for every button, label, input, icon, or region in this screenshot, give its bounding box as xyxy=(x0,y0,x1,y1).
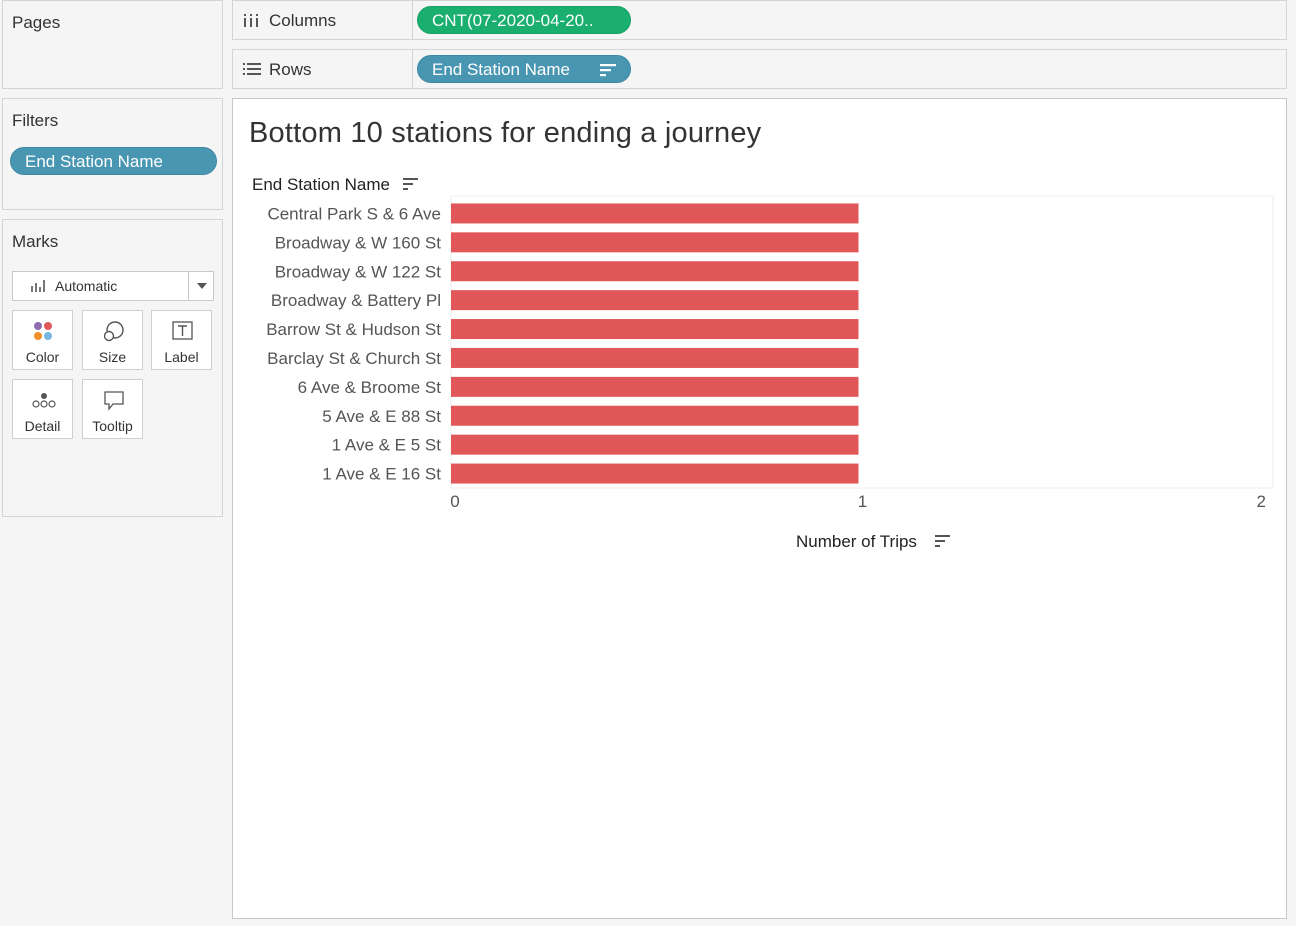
tooltip-label: Tooltip xyxy=(92,418,133,434)
sort-descending-icon[interactable] xyxy=(600,64,616,77)
bar[interactable] xyxy=(451,319,859,340)
marks-title: Marks xyxy=(12,232,59,251)
size-label: Size xyxy=(98,349,127,365)
bar[interactable] xyxy=(451,434,859,455)
category-label[interactable]: 1 Ave & E 5 St xyxy=(332,436,442,455)
detail-label: Detail xyxy=(24,418,61,434)
rows-pill-label: End Station Name xyxy=(432,60,570,79)
x-tick-label: 1 xyxy=(858,492,867,511)
rows-shelf: Rows End Station Name xyxy=(232,49,1287,89)
worksheet-view: Bottom 10 stations for ending a journey … xyxy=(232,98,1287,919)
columns-shelf: Columns CNT(07-2020-04-20.. xyxy=(232,0,1287,40)
label-label: Label xyxy=(164,349,199,365)
bar[interactable] xyxy=(451,232,859,253)
bar-chart: Central Park S & 6 Ave Broadway & W 160 S… xyxy=(266,195,1274,511)
category-label[interactable]: Broadway & Battery Pl xyxy=(271,291,441,310)
mark-type-label: Automatic xyxy=(55,278,118,294)
x-axis-title[interactable]: Number of Trips xyxy=(796,532,917,552)
category-label[interactable]: Central Park S & 6 Ave xyxy=(267,204,441,223)
filter-pill-end-station-name[interactable]: End Station Name xyxy=(10,147,217,175)
bar-chart-icon xyxy=(31,280,45,292)
tooltip-button[interactable]: Tooltip xyxy=(82,379,143,439)
category-label[interactable]: 1 Ave & E 16 St xyxy=(322,465,441,484)
mark-type-dropdown[interactable]: Automatic xyxy=(12,271,214,301)
rows-icon xyxy=(243,63,261,75)
label-button[interactable]: Label xyxy=(151,310,212,370)
bar[interactable] xyxy=(451,463,859,484)
bar[interactable] xyxy=(451,347,859,368)
text-label-icon xyxy=(172,321,193,340)
columns-icon xyxy=(244,14,258,27)
dropdown-divider xyxy=(188,272,189,300)
x-tick-label: 0 xyxy=(450,492,459,511)
category-label[interactable]: Barrow St & Hudson St xyxy=(266,320,441,339)
category-label[interactable]: Broadway & W 160 St xyxy=(275,233,442,252)
category-label[interactable]: Broadway & W 122 St xyxy=(275,262,442,281)
detail-icon xyxy=(32,393,56,408)
size-icon xyxy=(103,321,124,342)
pages-title: Pages xyxy=(12,13,61,32)
marks-card: Marks Automatic Color Size Label Detail … xyxy=(2,219,223,517)
color-icon xyxy=(34,322,52,340)
bar[interactable] xyxy=(451,376,859,397)
filters-title: Filters xyxy=(12,111,59,130)
size-button[interactable]: Size xyxy=(82,310,143,370)
shelf-divider xyxy=(412,50,413,88)
rows-label: Rows xyxy=(269,60,312,79)
filters-card: Filters End Station Name xyxy=(2,98,223,210)
color-label: Color xyxy=(25,349,60,365)
bar[interactable] xyxy=(451,261,859,282)
columns-pill-measure[interactable]: CNT(07-2020-04-20.. xyxy=(417,6,631,34)
bar[interactable] xyxy=(451,405,859,426)
detail-button[interactable]: Detail xyxy=(12,379,73,439)
chevron-down-icon[interactable] xyxy=(197,283,207,289)
x-tick-label: 2 xyxy=(1257,492,1266,511)
sort-descending-icon[interactable] xyxy=(935,535,950,548)
bar[interactable] xyxy=(451,203,859,224)
tooltip-icon xyxy=(104,391,124,411)
color-button[interactable]: Color xyxy=(12,310,73,370)
bar[interactable] xyxy=(451,290,859,311)
columns-label: Columns xyxy=(269,11,337,30)
category-label[interactable]: Barclay St & Church St xyxy=(267,349,441,368)
rows-pill-end-station-name[interactable]: End Station Name xyxy=(417,55,631,83)
category-label[interactable]: 5 Ave & E 88 St xyxy=(322,407,441,426)
shelf-divider xyxy=(412,1,413,39)
category-label[interactable]: 6 Ave & Broome St xyxy=(298,378,442,397)
pages-card: Pages xyxy=(2,0,223,89)
